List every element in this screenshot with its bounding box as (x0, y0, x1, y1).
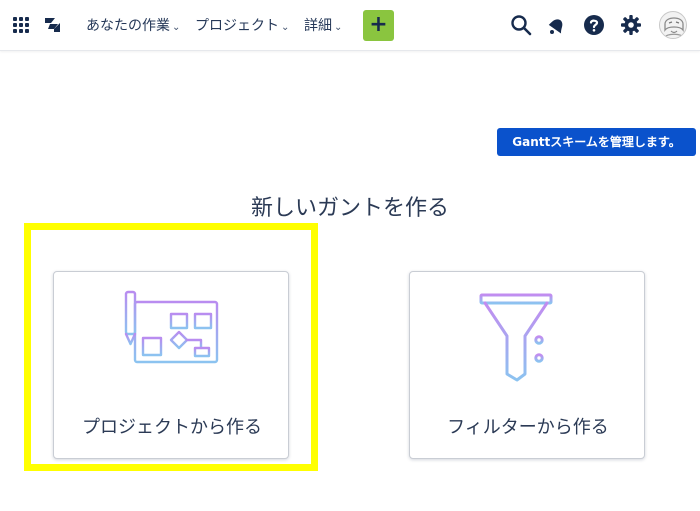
notifications-icon[interactable] (544, 13, 568, 37)
nav-projects[interactable]: プロジェクト ⌄ (195, 16, 289, 36)
settings-icon[interactable] (619, 13, 643, 37)
user-avatar[interactable] (659, 11, 687, 39)
nav-more[interactable]: 詳細 ⌄ (304, 16, 342, 36)
nav-your-work[interactable]: あなたの作業 ⌄ (86, 16, 180, 36)
create-from-filter-label: フィルターから作る (447, 417, 609, 438)
jira-logo-icon[interactable] (42, 14, 64, 36)
create-button[interactable]: + (363, 10, 394, 41)
create-from-project-label: プロジェクトから作る (82, 417, 262, 438)
filter-funnel-icon (479, 293, 565, 382)
manage-gantt-schemes-button[interactable]: Ganttスキームを管理します。 (497, 128, 696, 156)
nav-more-label: 詳細 (304, 18, 332, 34)
help-icon[interactable] (582, 13, 606, 37)
create-from-filter-card[interactable]: フィルターから作る (409, 271, 645, 459)
create-from-project-card[interactable]: プロジェクトから作る (53, 271, 289, 459)
project-blueprint-icon (124, 290, 219, 376)
chevron-down-icon: ⌄ (281, 22, 290, 33)
top-navigation-bar: あなたの作業 ⌄ プロジェクト ⌄ 詳細 ⌄ + (0, 0, 700, 51)
search-icon[interactable] (509, 13, 533, 37)
nav-your-work-label: あなたの作業 (86, 18, 170, 34)
app-switcher-grid-icon[interactable] (13, 17, 29, 33)
chevron-down-icon: ⌄ (334, 22, 343, 33)
chevron-down-icon: ⌄ (172, 22, 181, 33)
avatar-illustration (663, 17, 685, 38)
page-title: 新しいガントを作る (250, 196, 449, 221)
nav-projects-label: プロジェクト (195, 18, 279, 34)
